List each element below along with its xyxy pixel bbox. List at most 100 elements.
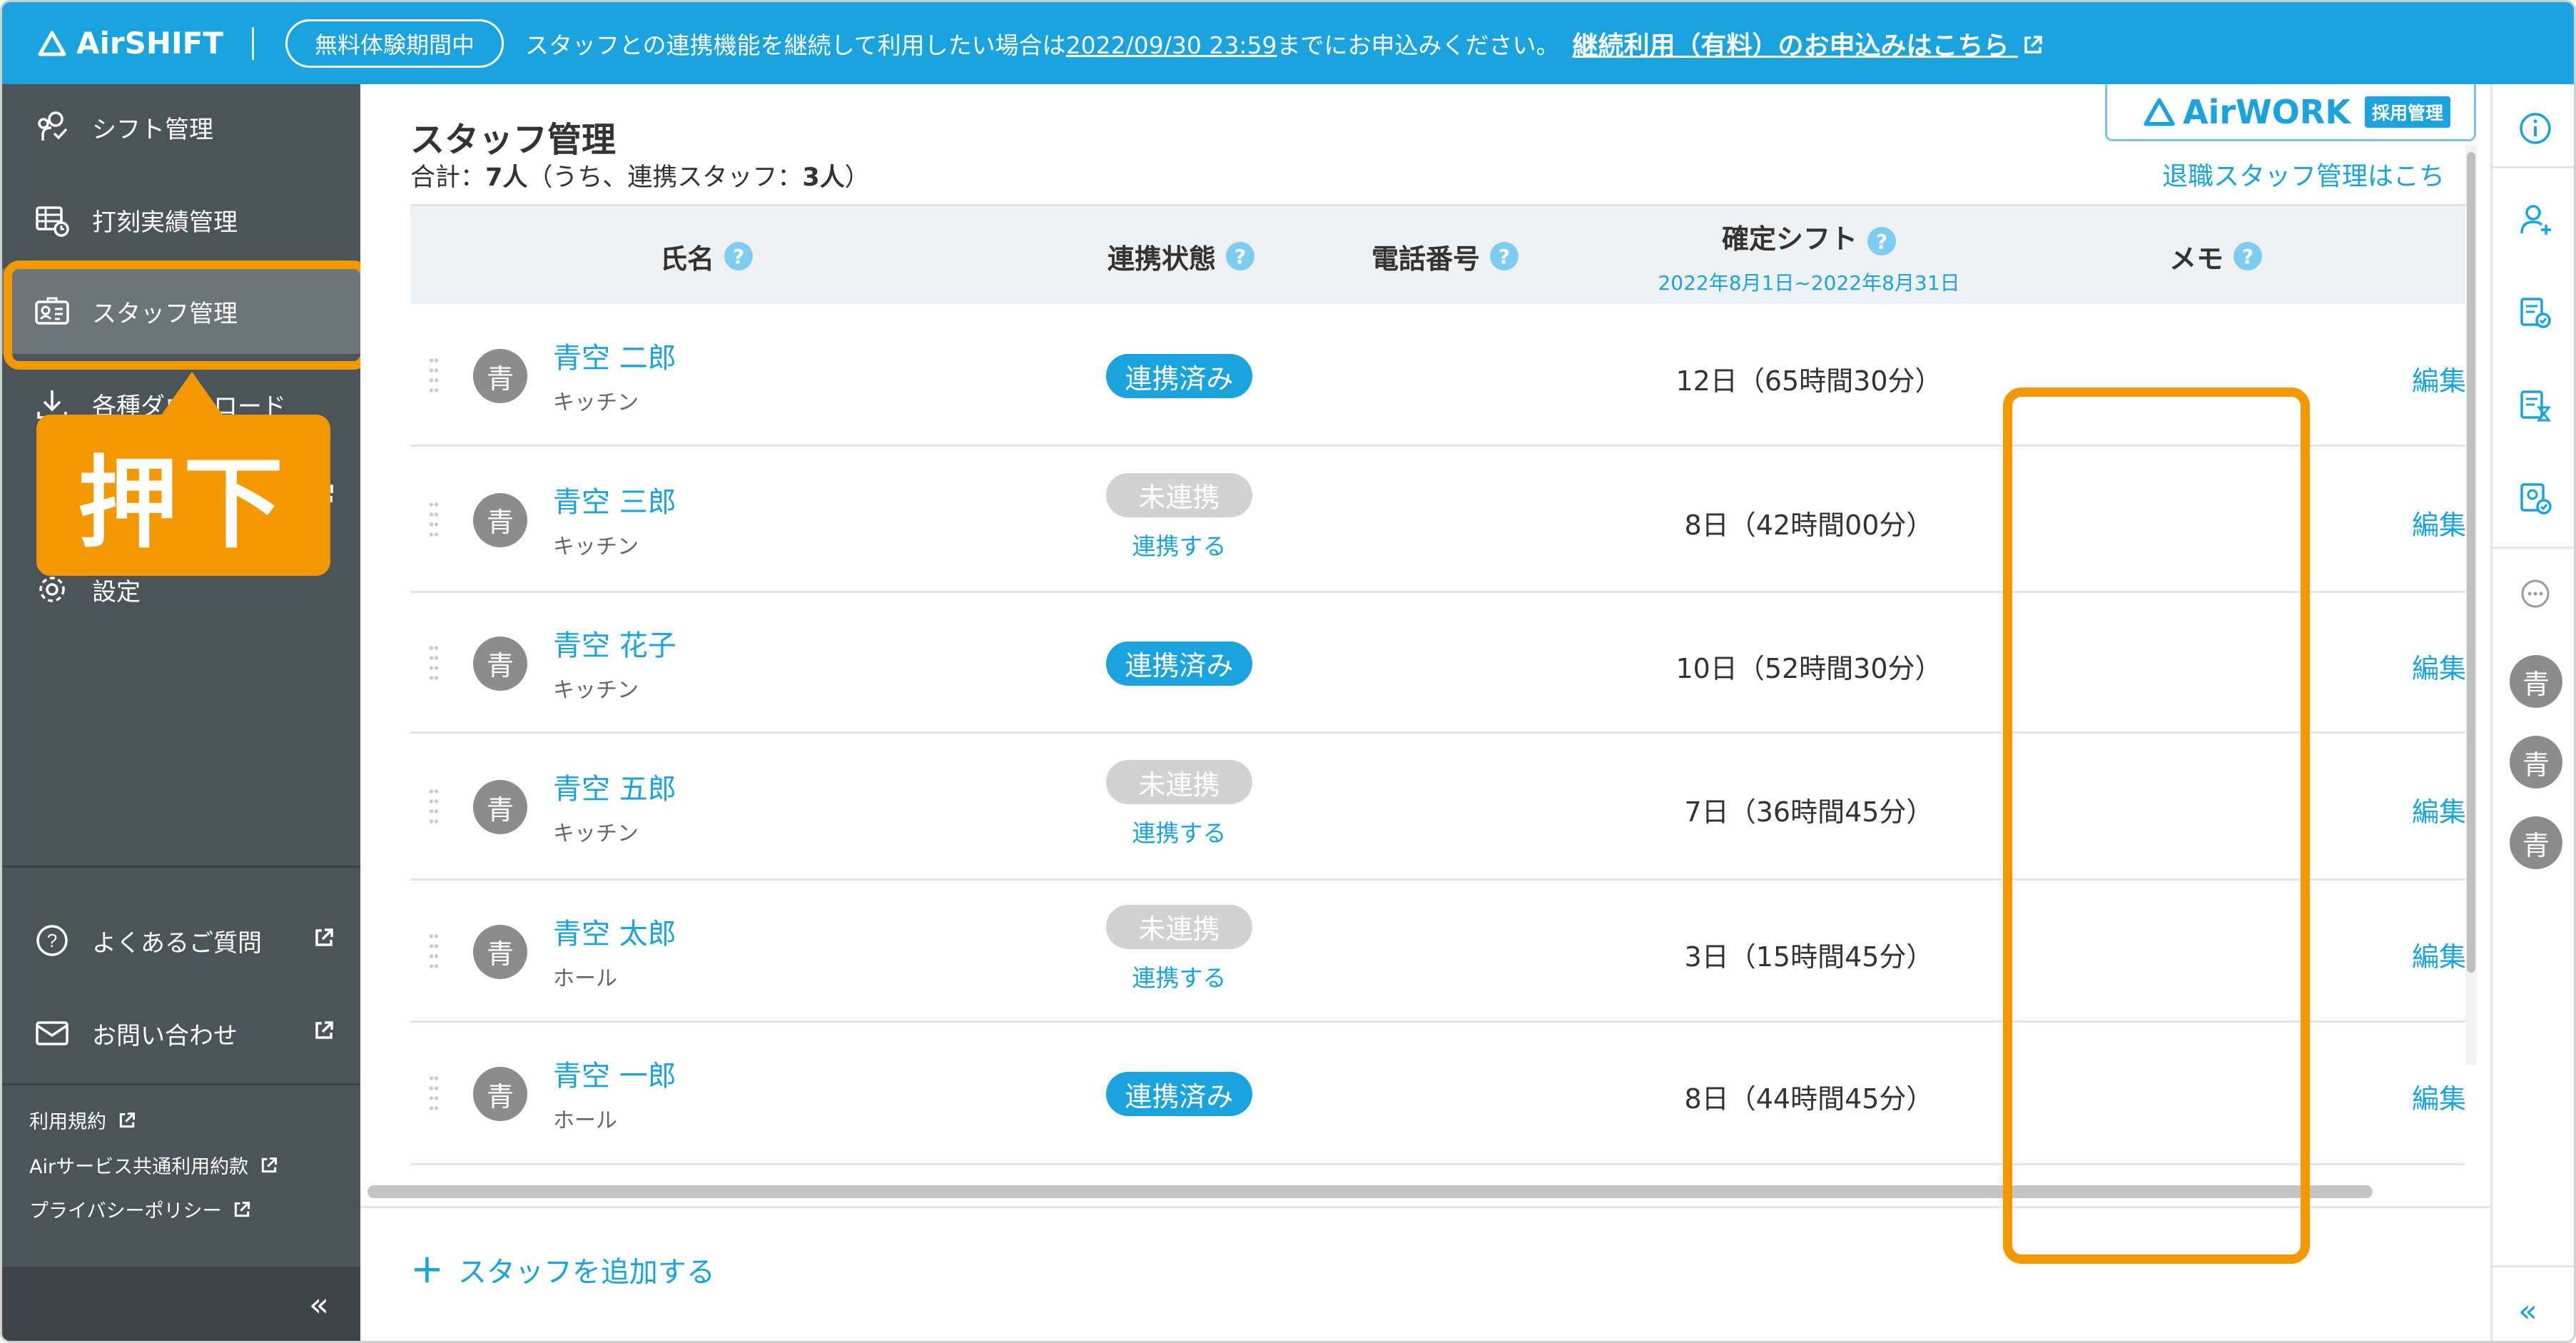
drag-handle-icon[interactable] [429, 499, 439, 542]
sidebar-item-label: シフト管理 [92, 115, 213, 144]
external-link-icon [261, 1157, 278, 1172]
shift-icon [31, 109, 73, 145]
plus-icon: + [410, 1246, 444, 1292]
privacy-link[interactable]: プライバシーポリシー [29, 1195, 251, 1223]
service-terms-label: Airサービス共通利用約款 [29, 1156, 249, 1178]
help-icon[interactable]: ? [1867, 227, 1896, 255]
column-status: 連携状態? [1074, 206, 1288, 306]
service-terms-link[interactable]: Airサービス共通利用約款 [29, 1151, 278, 1179]
drag-handle-icon[interactable] [429, 931, 439, 973]
column-shift: 確定シフト? 2022年8月1日~2022年8月31日 [1623, 206, 1994, 306]
staff-department: キッチン [553, 677, 639, 703]
total-close: ） [844, 163, 870, 192]
sidebar-item-faq[interactable]: ? よくあるご質問 [2, 898, 360, 983]
avatar: 青 [473, 349, 527, 403]
staff-check-icon[interactable] [2514, 477, 2557, 520]
staff-name-link[interactable]: 青空 花子 [553, 622, 676, 664]
shift-pending-icon[interactable] [2514, 384, 2557, 427]
sidebar-collapse-button[interactable]: « [2, 1267, 360, 1341]
avatar[interactable]: 青 [2510, 736, 2562, 789]
staff-department: ホール [553, 966, 617, 991]
press-callout: 押下 [36, 415, 330, 576]
link-status-badge: 連携済み [1106, 354, 1252, 398]
avatar: 青 [473, 1067, 527, 1121]
gear-icon [31, 572, 73, 607]
cta-label: 継続利用（有料）のお申込みはこちら [1572, 31, 2009, 61]
edit-staff-link[interactable]: 編集 [2412, 359, 2465, 398]
airwork-logo-text: AirWORK [2183, 92, 2351, 131]
confirmed-shift-value: 8日（42時間00分） [1684, 509, 1934, 541]
confirmed-shift-value: 3日（15時間45分） [1684, 941, 1934, 973]
main-content: スタッフ管理 合計：7人（うち、連携スタッフ：3人） AirWORK 採用管理 … [360, 84, 2490, 1341]
column-memo-label: メモ [2169, 243, 2223, 275]
sidebar-divider [2, 1083, 360, 1085]
edit-staff-link[interactable]: 編集 [2412, 935, 2465, 974]
avatar[interactable]: 青 [2510, 655, 2562, 708]
help-icon[interactable]: ? [2233, 242, 2262, 270]
shift-column-highlight-frame [2003, 387, 2310, 1264]
sidebar-item-timecard[interactable]: 打刻実績管理 [2, 177, 360, 263]
total-label: 合計： [410, 163, 486, 192]
edit-staff-link[interactable]: 編集 [2412, 647, 2465, 686]
staff-department: ホール [553, 1108, 617, 1133]
terms-link[interactable]: 利用規約 [29, 1106, 136, 1134]
trial-message-post: までにお申込みください。 [1277, 31, 1560, 59]
staff-name-link[interactable]: 青空 五郎 [553, 766, 676, 807]
total-suffix: （うち、連携スタッフ： [527, 163, 803, 192]
timecard-icon [31, 202, 73, 238]
link-staff-link[interactable]: 連携する [1106, 814, 1252, 848]
rail-divider [2493, 166, 2574, 168]
svg-text:?: ? [47, 930, 57, 951]
drag-handle-icon[interactable] [429, 355, 439, 397]
staff-total: 合計：7人（うち、連携スタッフ：3人） [410, 157, 870, 193]
sidebar-item-label: よくあるご質問 [92, 928, 262, 958]
confirmed-shift-value: 8日（44時間45分） [1684, 1083, 1934, 1115]
avatar: 青 [473, 924, 527, 979]
rail-collapse-button[interactable]: « [2518, 1293, 2537, 1329]
add-staff-button[interactable]: + スタッフを追加する [410, 1249, 715, 1290]
add-user-icon[interactable] [2514, 198, 2557, 241]
staff-name-link[interactable]: 青空 一郎 [553, 1053, 676, 1094]
continue-subscription-link[interactable]: 継続利用（有料）のお申込みはこちら [1572, 25, 2044, 62]
avatar[interactable]: 青 [2510, 816, 2562, 869]
sidebar-item-contact[interactable]: お問い合わせ [2, 990, 360, 1076]
drag-handle-icon[interactable] [429, 642, 439, 685]
column-status-label: 連携状態 [1107, 243, 1216, 275]
help-icon[interactable]: ? [1226, 242, 1254, 270]
sidebar-item-shift[interactable]: シフト管理 [2, 84, 360, 170]
shift-check-icon[interactable] [2514, 291, 2557, 334]
edit-staff-link[interactable]: 編集 [2412, 1077, 2465, 1116]
confirmed-shift-value: 10日（52時間30分） [1675, 652, 1942, 684]
staff-department: キッチン [553, 390, 639, 415]
confirmed-shift-value: 12日（65時間30分） [1675, 365, 1942, 397]
edit-staff-link[interactable]: 編集 [2412, 790, 2465, 829]
top-bar: AirSHIFT 無料体験期間中 スタッフとの連携機能を継続して利用したい場合は… [2, 2, 2574, 84]
column-phone: 電話番号? [1324, 206, 1566, 306]
vertical-scrollbar[interactable] [2465, 145, 2477, 1065]
link-staff-link[interactable]: 連携する [1106, 527, 1252, 562]
drag-handle-icon[interactable] [429, 786, 439, 828]
staff-name-link[interactable]: 青空 太郎 [553, 911, 676, 952]
retired-staff-link[interactable]: 退職スタッフ管理はこち [2162, 156, 2445, 193]
link-status-badge: 連携済み [1106, 641, 1252, 686]
link-staff-link[interactable]: 連携する [1106, 959, 1252, 993]
external-link-icon [119, 1112, 136, 1127]
column-shift-label: 確定シフト [1721, 223, 1857, 255]
column-memo: メモ? [2109, 206, 2323, 306]
nav-highlight-frame [4, 260, 369, 370]
trial-message: スタッフとの連携機能を継続して利用したい場合は2022/09/30 23:59ま… [525, 26, 1559, 61]
chat-icon[interactable] [2514, 573, 2557, 616]
staff-name-link[interactable]: 青空 二郎 [553, 335, 676, 376]
airwork-banner[interactable]: AirWORK 採用管理 [2105, 84, 2476, 141]
info-icon[interactable] [2514, 107, 2557, 150]
external-link-icon [313, 1019, 335, 1048]
external-link-icon [313, 926, 335, 955]
drag-handle-icon[interactable] [429, 1073, 439, 1115]
help-icon[interactable]: ? [724, 242, 753, 270]
airshift-logo[interactable]: AirSHIFT [38, 26, 223, 61]
sidebar-divider [2, 866, 360, 868]
vertical-scroll-thumb[interactable] [2467, 152, 2475, 973]
edit-staff-link[interactable]: 編集 [2412, 503, 2465, 542]
help-icon[interactable]: ? [1490, 242, 1518, 270]
staff-name-link[interactable]: 青空 三郎 [553, 479, 676, 520]
